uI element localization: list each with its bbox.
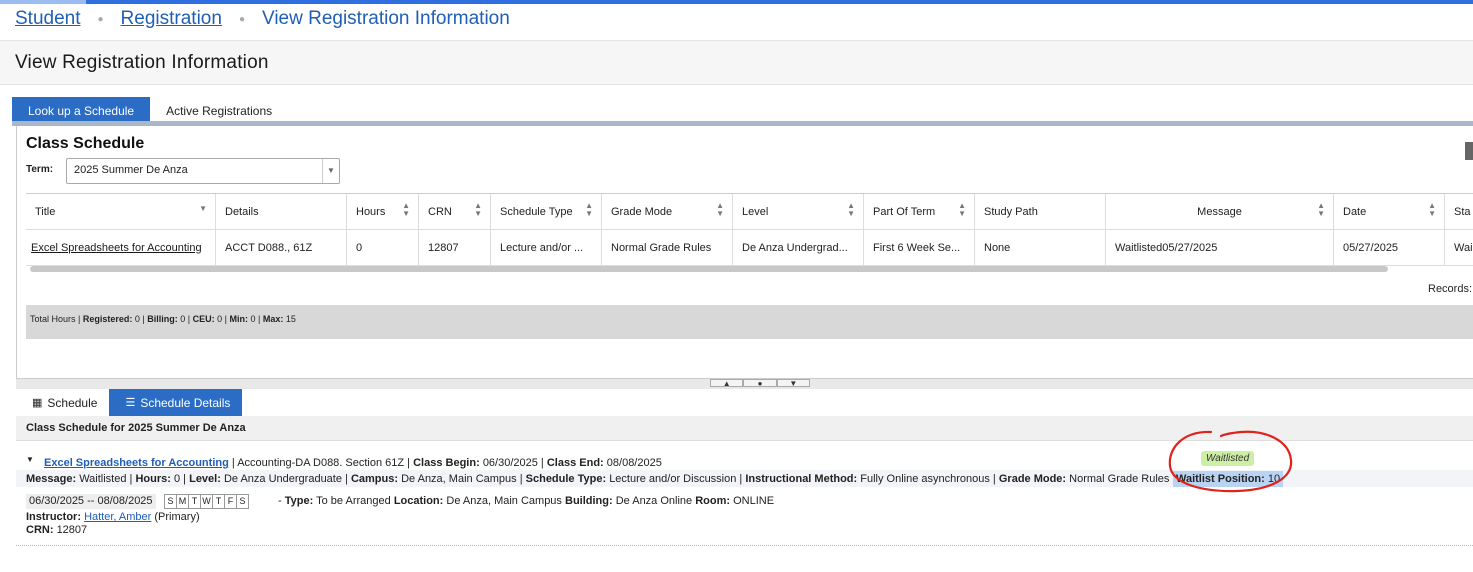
instructor-line: Instructor: Hatter, Amber (Primary) [26, 511, 200, 523]
divider [16, 545, 1473, 546]
detail-subtabs: ▦ Schedule ☰ Schedule Details [16, 389, 243, 416]
collapse-triangle-icon[interactable]: ▼ [26, 455, 34, 464]
column-header-title[interactable]: Title ▼ [26, 194, 216, 229]
sort-icon[interactable]: ▲ ▼ [1317, 202, 1325, 218]
sort-icon[interactable]: ▲ ▼ [847, 202, 855, 218]
meeting-info-line: - Type: To be Arranged Location: De Anza… [278, 495, 775, 507]
sort-icon[interactable]: ▲ ▼ [474, 202, 482, 218]
cell-title: Excel Spreadsheets for Accounting [26, 230, 216, 265]
page-header: View Registration Information [0, 40, 1473, 85]
column-header-schedule-type[interactable]: Schedule Type ▲ ▼ [491, 194, 602, 229]
totals-bar: Total Hours | Registered: 0 | Billing: 0… [26, 305, 1473, 339]
subtab-schedule[interactable]: ▦ Schedule [16, 389, 109, 416]
arrow-up-icon[interactable]: ▲ [710, 379, 744, 388]
print-icon[interactable] [1465, 142, 1473, 160]
course-summary-line: Excel Spreadsheets for Accounting | Acco… [44, 457, 662, 469]
cell-part-of-term: First 6 Week Se... [864, 230, 975, 265]
column-header-part-of-term[interactable]: Part Of Term ▲ ▼ [864, 194, 975, 229]
waitlisted-badge: Waitlisted [1201, 451, 1255, 466]
column-header-status[interactable]: Sta [1445, 194, 1473, 229]
course-detail-link[interactable]: Excel Spreadsheets for Accounting [44, 457, 229, 469]
column-header-details[interactable]: Details [216, 194, 347, 229]
chevron-down-icon[interactable]: ▼ [322, 159, 339, 183]
records-label: Records: [1428, 283, 1473, 295]
calendar-icon: ▦ [32, 396, 43, 409]
cell-details: ACCT D088., 61Z [216, 230, 347, 265]
detail-header: Class Schedule for 2025 Summer De Anza [16, 416, 1473, 441]
list-icon: ☰ [125, 396, 136, 409]
tab-look-up-schedule[interactable]: Look up a Schedule [12, 97, 151, 122]
breadcrumb-separator: ● [97, 13, 104, 25]
sort-down-icon[interactable]: ▼ [199, 205, 207, 213]
term-select[interactable]: 2025 Summer De Anza ▼ [66, 158, 340, 184]
table-row[interactable]: Excel Spreadsheets for Accounting ACCT D… [26, 230, 1473, 266]
top-accent-bar [0, 0, 1473, 4]
meeting-dates: 06/30/2025 -- 08/08/2025 [26, 494, 156, 509]
crn-line: CRN: 12807 [26, 524, 88, 536]
sort-icon[interactable]: ▲ ▼ [402, 202, 410, 218]
subtab-schedule-details[interactable]: ☰ Schedule Details [109, 389, 243, 416]
column-header-date[interactable]: Date ▲ ▼ [1334, 194, 1445, 229]
waitlist-position: Waitlist Position: 10 [1173, 471, 1284, 487]
term-select-value: 2025 Summer De Anza [74, 164, 188, 176]
class-schedule-title: Class Schedule [26, 135, 145, 152]
course-title-link[interactable]: Excel Spreadsheets for Accounting [31, 242, 202, 254]
totals-text: Total Hours | Registered: 0 | Billing: 0… [30, 314, 296, 324]
cell-date: 05/27/2025 [1334, 230, 1445, 265]
horizontal-scrollbar[interactable] [30, 266, 1388, 272]
column-header-grade-mode[interactable]: Grade Mode ▲ ▼ [602, 194, 733, 229]
cell-grade-mode: Normal Grade Rules [602, 230, 733, 265]
column-header-hours[interactable]: Hours ▲ ▼ [347, 194, 419, 229]
top-accent-tab [0, 0, 86, 4]
cell-hours: 0 [347, 230, 419, 265]
breadcrumb-current: View Registration Information [261, 8, 510, 29]
column-header-message[interactable]: Message ▲ ▼ [1106, 194, 1334, 229]
schedule-grid: Title ▼ Details Hours ▲ ▼ CRN ▲ ▼ Schedule Ty… [26, 193, 1473, 266]
column-header-study-path[interactable]: Study Path [975, 194, 1106, 229]
sort-icon[interactable]: ▲ ▼ [716, 202, 724, 218]
splitter-buttons: ▲ ● ▼ [710, 379, 810, 388]
meeting-days: S M T W T F S [164, 494, 249, 509]
center-dot-icon[interactable]: ● [743, 379, 777, 388]
breadcrumb: Student ● Registration ● View Registrati… [15, 8, 510, 30]
term-label: Term: [26, 164, 54, 175]
grid-header-row: Title ▼ Details Hours ▲ ▼ CRN ▲ ▼ Schedule Ty… [26, 194, 1473, 230]
sort-icon[interactable]: ▲ ▼ [585, 202, 593, 218]
page-title: View Registration Information [15, 52, 269, 73]
breadcrumb-separator: ● [238, 13, 245, 25]
day-box: S [236, 494, 249, 509]
column-header-level[interactable]: Level ▲ ▼ [733, 194, 864, 229]
breadcrumb-student-link[interactable]: Student [15, 8, 81, 30]
cell-level: De Anza Undergrad... [733, 230, 864, 265]
cell-study-path: None [975, 230, 1106, 265]
breadcrumb-registration-link[interactable]: Registration [121, 8, 222, 30]
cell-status: Wai [1454, 241, 1473, 254]
column-header-crn[interactable]: CRN ▲ ▼ [419, 194, 491, 229]
arrow-down-icon[interactable]: ▼ [776, 379, 810, 388]
main-tabs: Look up a Schedule Active Registrations [12, 97, 288, 122]
sort-icon[interactable]: ▲ ▼ [1428, 202, 1436, 218]
cell-schedule-type: Lecture and/or ... [491, 230, 602, 265]
cell-crn: 12807 [419, 230, 491, 265]
message-line: Message: Waitlisted | Hours: 0 | Level: … [26, 473, 1175, 485]
sort-icon[interactable]: ▲ ▼ [958, 202, 966, 218]
instructor-link[interactable]: Hatter, Amber [84, 511, 151, 523]
cell-message: Waitlisted05/27/2025 [1106, 230, 1334, 265]
tab-active-registrations[interactable]: Active Registrations [150, 97, 288, 122]
